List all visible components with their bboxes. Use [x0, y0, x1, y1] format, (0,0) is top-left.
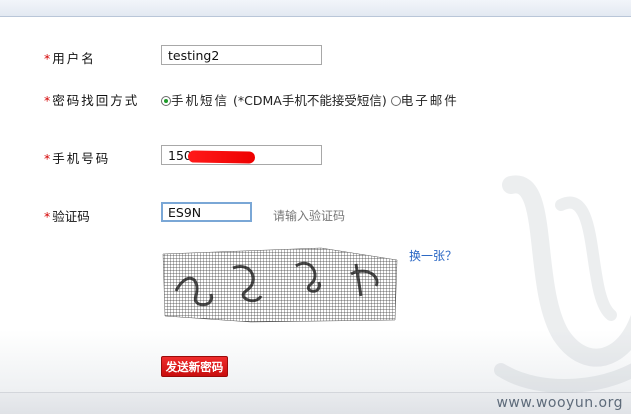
recovery-method-label: * 密码找回方式	[44, 90, 139, 109]
required-mark: *	[44, 93, 51, 108]
password-recovery-page: *用户名 *密码找回方式 手机短信 (*CDMA手机不能接受短信) 电子邮件 *…	[0, 0, 631, 414]
email-radio[interactable]	[390, 96, 401, 106]
recovery-method-label-text: 密码找回方式	[52, 93, 140, 108]
sms-note: (*CDMA手机不能接受短信)	[233, 93, 387, 108]
captcha-field[interactable]	[161, 202, 252, 222]
username-label-text: 用户名	[52, 51, 96, 66]
sms-radio[interactable]	[161, 96, 171, 106]
refresh-captcha-link[interactable]: 换一张？	[409, 247, 457, 264]
phone-label-text: 手机号码	[52, 151, 111, 166]
redaction-mark	[187, 150, 256, 164]
required-mark: *	[44, 51, 51, 66]
phone-label: * 手机号码	[44, 148, 110, 167]
captcha-image-icon	[162, 247, 398, 323]
decorative-logo-icon	[494, 175, 631, 393]
required-mark: *	[44, 209, 51, 224]
top-header-bar	[0, 0, 631, 17]
send-new-password-button[interactable]: 发送新密码	[161, 356, 228, 377]
captcha-label-text: 验证码	[52, 209, 90, 224]
recovery-method-options: 手机短信 (*CDMA手机不能接受短信) 电子邮件	[161, 90, 459, 109]
captcha-label: * 验证码	[44, 206, 90, 225]
required-mark: *	[44, 151, 51, 166]
username-label: * 用户名	[44, 48, 96, 67]
username-field[interactable]	[161, 45, 322, 65]
email-option-label[interactable]: 电子邮件	[401, 93, 459, 108]
site-watermark: www.wooyun.org	[496, 395, 623, 411]
captcha-hint: 请输入验证码	[273, 209, 346, 223]
sms-option-label[interactable]: 手机短信	[171, 93, 229, 108]
